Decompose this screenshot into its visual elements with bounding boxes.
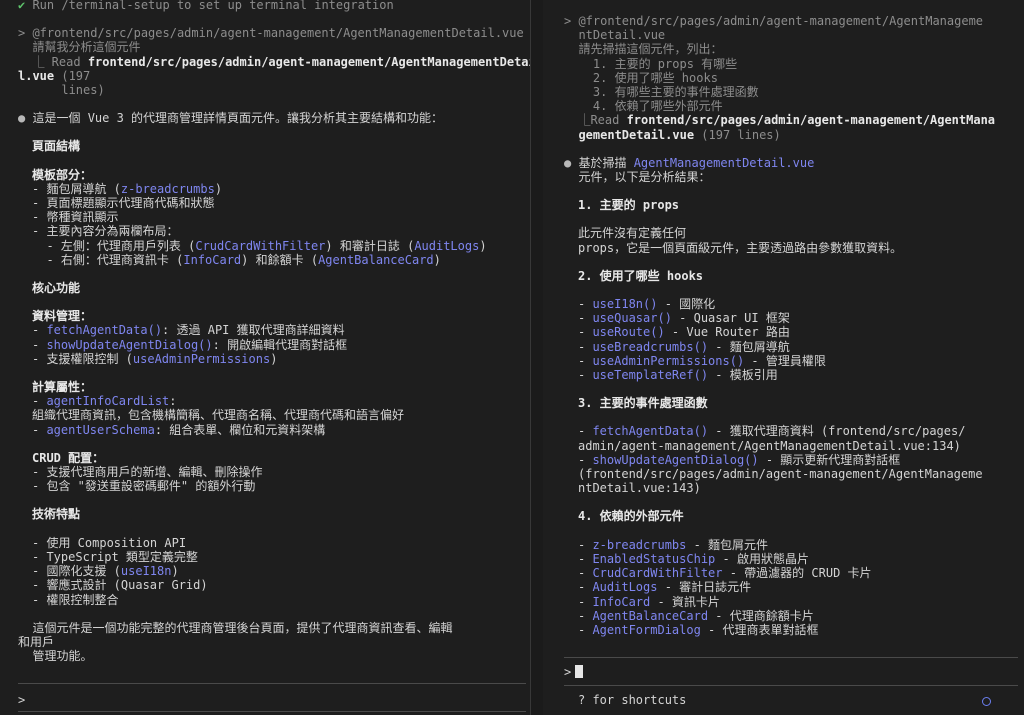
heading-structure: 頁面結構: [32, 139, 81, 154]
list-item: - 權限控制整合: [32, 592, 119, 607]
input-bottom-border: [564, 685, 1018, 686]
left-prompt-input[interactable]: >: [18, 693, 25, 707]
list-item: - showUpdateAgentDialog() - 顯示更新代理商對話框: [578, 452, 901, 467]
item-description: - 麵包屑元件: [686, 537, 769, 552]
list-item: - agentUserSchema: 組合表單、欄位和元資料架構: [32, 422, 326, 437]
list-item: - fetchAgentData(): 透過 API 獲取代理商詳細資料: [32, 323, 345, 338]
heading-tech: 技術特點: [32, 507, 81, 522]
heading-crud: CRUD 配置：: [32, 450, 105, 465]
item-description: - 資訊卡片: [650, 594, 720, 609]
code-link: AgentFormDialog: [592, 622, 701, 637]
list-item-desc: 組織代理商資訊，包含機構簡稱、代理商名稱、代理商代碼和語言偏好: [32, 408, 405, 423]
list-item: - useI18n() - 國際化: [578, 297, 716, 312]
input-top-border: [564, 657, 1018, 658]
code-link: useRoute(): [592, 325, 665, 340]
user-file-path: > @frontend/src/pages/admin/agent-manage…: [18, 26, 524, 41]
list-item: - useTemplateRef() - 模板引用: [578, 368, 778, 383]
code-link: AuditLogs: [592, 580, 658, 595]
shortcuts-hint: ? for shortcuts: [578, 693, 687, 707]
list-item: - InfoCard - 資訊卡片: [578, 594, 720, 609]
item-description: - 審計日誌元件: [657, 580, 752, 595]
right-prompt-input[interactable]: >: [564, 665, 584, 679]
item-description: - 帶過濾器的 CRUD 卡片: [722, 566, 872, 581]
heading-computed: 計算屬性：: [32, 380, 93, 395]
list-item: - agentInfoCardList:: [32, 394, 177, 409]
list-item: - 支援代理商用戶的新增、編輯、刪除操作: [32, 465, 263, 480]
code-link: useTemplateRef(): [592, 368, 709, 383]
item-description: - 代理商表單對話框: [700, 622, 819, 637]
list-item: - 包含 "發送重設密碼郵件" 的額外行動: [32, 479, 256, 494]
list-item: - 麵包屑導航 (z-breadcrumbs): [32, 181, 223, 196]
item-description: - 麵包屑導航: [708, 339, 790, 354]
status-circle-icon: [982, 697, 991, 706]
code-link: useI18n(): [592, 297, 658, 312]
setup-hint: ✔ Run /terminal-setup to set up terminal…: [18, 0, 394, 12]
code-link: AgentBalanceCard: [592, 608, 709, 623]
heading-handlers: 3. 主要的事件處理函數: [578, 396, 708, 411]
summary-text: 這個元件是一個功能完整的代理商管理後台頁面，提供了代理商資訊查看、編輯: [18, 620, 453, 635]
bullet-dot-icon: ●: [18, 111, 26, 126]
code-link: z-breadcrumbs: [592, 537, 687, 552]
assistant-intro: ● 基於掃描 AgentManagementDetail.vue: [564, 155, 815, 170]
heading-props: 1. 主要的 props: [578, 198, 680, 213]
code-link: InfoCard: [592, 594, 651, 609]
input-top-border: [18, 683, 526, 684]
list-item: - fetchAgentData() - 獲取代理商資料 (frontend/s…: [578, 424, 966, 439]
code-link: useQuasar(): [592, 311, 672, 326]
list-item: - 國際化支援 (useI18n): [32, 564, 179, 579]
list-item: - 支援權限控制 (useAdminPermissions): [32, 351, 278, 366]
heading-data: 資料管理：: [32, 309, 93, 324]
left-terminal-pane: ✔ Run /terminal-setup to set up terminal…: [0, 0, 530, 715]
item-description: - 管理員權限: [744, 353, 826, 368]
list-item: - 頁面標題顯示代理商代碼和狀態: [32, 196, 215, 211]
assistant-intro: ● 這是一個 Vue 3 的代理商管理詳情頁面元件。讓我分析其主要結構和功能：: [18, 111, 444, 126]
heading-core: 核心功能: [32, 281, 81, 296]
user-message: 請先掃描這個元件，列出：: [564, 42, 723, 57]
hooks-list: - useI18n() - 國際化 - useQuasar() - Quasar …: [578, 297, 1018, 382]
item-description: - 國際化: [657, 297, 716, 312]
code-link: EnabledStatusChip: [592, 551, 716, 566]
bullet-dot-icon: ●: [564, 155, 572, 170]
list-item: - z-breadcrumbs - 麵包屑元件: [578, 537, 769, 552]
text-cursor: [575, 665, 584, 678]
list-item: - useAdminPermissions() - 管理員權限: [578, 353, 826, 368]
list-item: - 右側：代理商資訊卡 (InfoCard) 和餘額卡 (AgentBalanc…: [32, 252, 441, 267]
deps-list: - z-breadcrumbs - 麵包屑元件 - EnabledStatusCh…: [578, 538, 1018, 637]
item-description: - Vue Router 路由: [664, 325, 790, 340]
list-item: - AgentBalanceCard - 代理商餘額卡片: [578, 608, 814, 623]
item-description: - 代理商餘額卡片: [708, 608, 814, 623]
input-bottom-border: [18, 711, 526, 712]
list-item: - 幣種資訊顯示: [32, 210, 119, 225]
list-item: - showUpdateAgentDialog(): 開啟編輯代理商對話框: [32, 337, 348, 352]
code-link: useBreadcrumbs(): [592, 339, 709, 354]
tool-read-line: ⎿ Read frontend/src/pages/admin/agent-ma…: [18, 54, 530, 69]
list-item: - useRoute() - Vue Router 路由: [578, 325, 790, 340]
list-item: - 主要內容分為兩欄布局：: [32, 224, 179, 239]
list-item: - 左側：代理商用戶列表 (CrudCardWithFilter) 和審計日誌 …: [32, 238, 487, 253]
heading-template: 模板部分：: [32, 167, 93, 182]
list-item: - AuditLogs - 審計日誌元件: [578, 580, 752, 595]
code-link: CrudCardWithFilter: [592, 566, 723, 581]
user-file-path: > @frontend/src/pages/admin/agent-manage…: [564, 14, 984, 28]
tool-read-line: ⎿Read frontend/src/pages/admin/agent-man…: [564, 113, 996, 128]
list-item: - TypeScript 類型定義完整: [32, 549, 198, 564]
heading-deps: 4. 依賴的外部元件: [578, 509, 684, 524]
list-item: - CrudCardWithFilter - 帶過濾器的 CRUD 卡片: [578, 566, 872, 581]
list-item: - useQuasar() - Quasar UI 框架: [578, 311, 790, 326]
item-description: - 模板引用: [708, 368, 778, 383]
heading-hooks: 2. 使用了哪些 hooks: [578, 268, 704, 283]
list-item: - 使用 Composition API: [32, 535, 187, 550]
code-link: useAdminPermissions(): [592, 353, 745, 368]
list-item: - useBreadcrumbs() - 麵包屑導航: [578, 339, 790, 354]
list-item: - 響應式設計 (Quasar Grid): [32, 578, 208, 593]
item-description: - 啟用狀態晶片: [715, 551, 809, 566]
item-description: - Quasar UI 框架: [671, 311, 790, 326]
user-message: 請幫我分析這個元件: [18, 40, 141, 55]
list-item: - AgentFormDialog - 代理商表單對話框: [578, 622, 819, 637]
list-item: - EnabledStatusChip - 啟用狀態晶片: [578, 551, 809, 566]
right-terminal-pane: > @frontend/src/pages/admin/agent-manage…: [542, 0, 1024, 715]
